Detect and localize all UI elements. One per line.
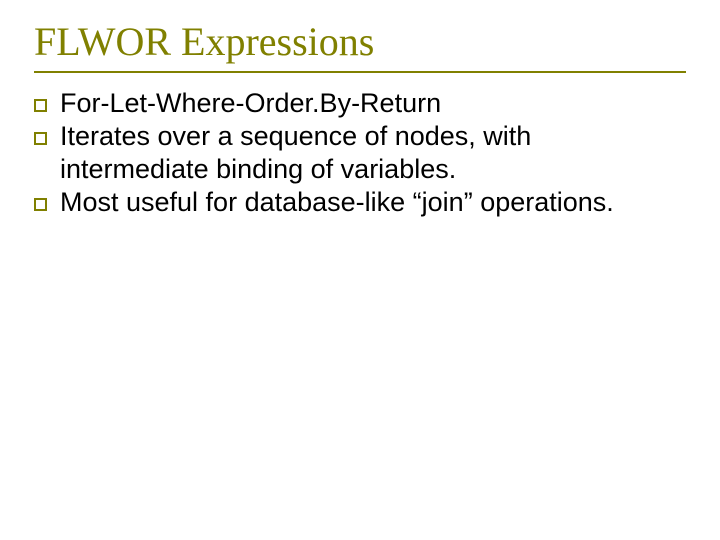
- bullet-list: For-Let-Where-Order.By-Return Iterates o…: [34, 87, 686, 219]
- square-bullet-icon: [34, 99, 47, 112]
- list-item: Iterates over a sequence of nodes, with …: [34, 120, 686, 186]
- square-bullet-icon: [34, 198, 47, 211]
- slide: FLWOR Expressions For-Let-Where-Order.By…: [0, 0, 720, 540]
- bullet-text: Most useful for database-like “join” ope…: [60, 187, 614, 217]
- title-underline: [34, 71, 686, 73]
- bullet-text: For-Let-Where-Order.By-Return: [60, 88, 441, 118]
- list-item: Most useful for database-like “join” ope…: [34, 186, 686, 219]
- list-item: For-Let-Where-Order.By-Return: [34, 87, 686, 120]
- square-bullet-icon: [34, 132, 47, 145]
- bullet-text: Iterates over a sequence of nodes, with …: [60, 121, 531, 184]
- slide-title: FLWOR Expressions: [34, 18, 686, 71]
